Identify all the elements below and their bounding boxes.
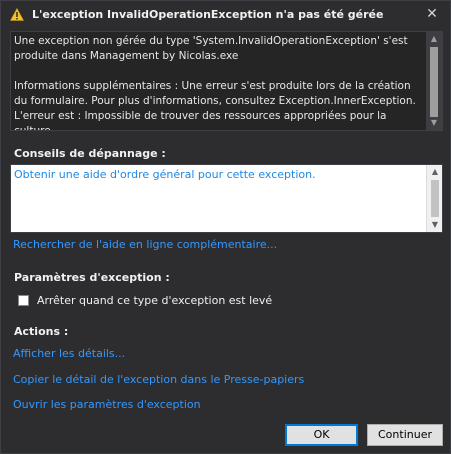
tips-scrollbar[interactable]: ▲ ▼ xyxy=(426,165,442,232)
continue-button[interactable]: Continuer xyxy=(367,424,443,446)
message-scrollbar[interactable]: ▲ ▼ xyxy=(426,32,442,130)
troubleshooting-label: Conseils de dépannage : xyxy=(14,147,166,160)
online-help-link[interactable]: Rechercher de l'aide en ligne complément… xyxy=(13,238,277,251)
exception-details-paragraph: Informations supplémentaires : Une erreu… xyxy=(14,80,416,131)
break-on-exception-checkbox[interactable] xyxy=(18,294,29,306)
general-help-link[interactable]: Obtenir une aide d'ordre général pour ce… xyxy=(14,168,316,181)
exception-dialog: L'exception InvalidOperationException n'… xyxy=(0,0,451,454)
exception-message-box[interactable]: Une exception non gérée du type 'System.… xyxy=(10,31,443,131)
exception-settings-label: Paramètres d'exception : xyxy=(14,271,170,284)
copy-details-link[interactable]: Copier le détail de l'exception dans le … xyxy=(13,373,304,386)
exception-message-paragraph: Une exception non gérée du type 'System.… xyxy=(14,35,408,62)
exception-message-text: Une exception non gérée du type 'System.… xyxy=(14,34,424,131)
scrollbar-thumb[interactable] xyxy=(430,47,438,117)
break-on-exception-option[interactable]: Arrêter quand ce type d'exception est le… xyxy=(18,293,272,307)
close-icon[interactable]: ✕ xyxy=(424,6,440,22)
scroll-down-arrow-icon[interactable]: ▼ xyxy=(426,116,442,130)
scrollbar-thumb[interactable] xyxy=(431,180,439,217)
break-on-exception-label[interactable]: Arrêter quand ce type d'exception est le… xyxy=(37,294,272,307)
ok-button[interactable]: OK xyxy=(285,424,358,446)
scroll-down-arrow-icon[interactable]: ▼ xyxy=(427,218,442,232)
actions-label: Actions : xyxy=(14,325,69,338)
view-details-link[interactable]: Afficher les détails... xyxy=(13,347,125,360)
open-exception-settings-link[interactable]: Ouvrir les paramètres d'exception xyxy=(13,398,201,411)
dialog-title: L'exception InvalidOperationException n'… xyxy=(32,8,384,21)
troubleshooting-tips-box[interactable]: Obtenir une aide d'ordre général pour ce… xyxy=(10,164,443,233)
scroll-up-arrow-icon[interactable]: ▲ xyxy=(427,165,442,179)
dialog-titlebar: L'exception InvalidOperationException n'… xyxy=(1,1,450,29)
scroll-up-arrow-icon[interactable]: ▲ xyxy=(426,32,442,46)
warning-triangle-icon xyxy=(10,8,24,21)
